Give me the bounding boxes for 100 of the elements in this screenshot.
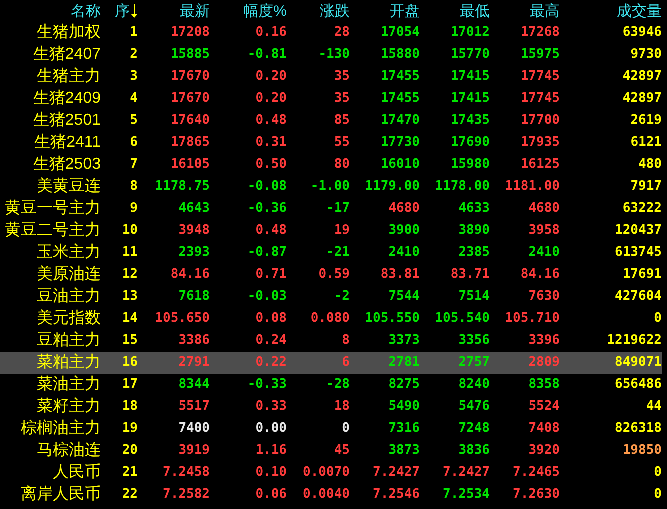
row-number: 4 (130, 90, 139, 108)
table-cell-text: 17640 (170, 112, 210, 130)
volume-cell-text: 1219622 (607, 332, 662, 350)
table-cell-text: 4643 (178, 200, 210, 218)
table-cell-text: 17700 (520, 112, 560, 130)
table-cell-text: 15885 (170, 46, 210, 64)
row-number: 17 (122, 376, 139, 394)
instrument-name: 豆粕主力 (37, 333, 101, 349)
table-cell-text: 7.2427 (373, 464, 420, 482)
table-cell-text: -0.36 (248, 200, 287, 218)
table-cell-text: -2 (334, 288, 350, 306)
column-header[interactable]: 名称 (71, 4, 101, 18)
table-cell-text: 0.50 (256, 156, 287, 174)
volume-cell-text: 42897 (622, 68, 662, 86)
table-cell-text: 0.48 (256, 112, 287, 130)
table-cell-text: 0.080 (310, 310, 350, 328)
table-cell-text: 45 (334, 442, 350, 460)
table-cell-text: 8275 (388, 376, 420, 394)
table-cell-text: 35 (334, 68, 350, 86)
volume-cell-text: 6121 (630, 134, 662, 152)
table-cell-text: 17012 (450, 24, 490, 42)
table-cell-text: 7316 (388, 420, 420, 438)
table-cell-text: 5517 (178, 398, 210, 416)
table-cell-text: 4680 (388, 200, 420, 218)
table-cell-text: 16105 (170, 156, 210, 174)
table-cell-text: 2757 (458, 354, 490, 372)
instrument-name: 菜粕主力 (37, 355, 101, 371)
table-cell-text: 0.24 (256, 332, 287, 350)
volume-cell-text: 63946 (622, 24, 662, 42)
row-number: 7 (130, 156, 139, 174)
row-number: 9 (130, 200, 139, 218)
table-cell-text: -0.33 (248, 376, 287, 394)
instrument-name: 豆油主力 (37, 289, 101, 305)
instrument-name: 生猪主力 (37, 69, 101, 85)
table-cell-text: 15770 (450, 46, 490, 64)
table-cell-text: 2791 (178, 354, 210, 372)
row-number: 16 (122, 354, 139, 372)
table-cell-text: -17 (326, 200, 350, 218)
table-cell-text: 0.20 (256, 68, 287, 86)
row-number: 22 (122, 486, 139, 504)
table-cell-text: 0.10 (256, 464, 287, 482)
volume-cell-text: 0 (654, 486, 662, 504)
volume-cell-text: 849071 (615, 354, 662, 372)
row-number: 18 (122, 398, 139, 416)
table-cell-text: 1.16 (256, 442, 287, 460)
table-cell-text: 7618 (178, 288, 210, 306)
table-cell-text: 15880 (380, 46, 420, 64)
volume-cell-text: 2619 (630, 112, 662, 130)
row-number: 10 (122, 222, 139, 240)
instrument-name: 人民币 (53, 465, 101, 481)
table-cell-text: -21 (326, 244, 350, 262)
table-cell-text: 18 (334, 398, 350, 416)
table-cell-text: 17745 (520, 68, 560, 86)
table-cell-text: 0.71 (256, 266, 287, 284)
column-header[interactable]: 幅度% (244, 4, 287, 18)
volume-cell-text: 7917 (630, 178, 662, 196)
column-header[interactable]: 最新 (180, 4, 210, 18)
instrument-name: 美元指数 (37, 311, 101, 327)
volume-cell-text: 17691 (622, 266, 662, 284)
table-cell-text: 7.2458 (163, 464, 210, 482)
table-cell-text: 17268 (520, 24, 560, 42)
instrument-name: 离岸人民币 (21, 487, 101, 503)
table-cell-text: -28 (326, 376, 350, 394)
column-header[interactable]: 序 (115, 4, 139, 18)
table-cell-text: 15975 (520, 46, 560, 64)
column-header[interactable]: 开盘 (390, 4, 420, 18)
table-cell-text: 8 (342, 332, 350, 350)
column-header[interactable]: 最高 (530, 4, 560, 18)
table-cell-text: 17208 (170, 24, 210, 42)
instrument-name: 菜籽主力 (37, 399, 101, 415)
table-cell-text: 83.81 (380, 266, 420, 284)
table-cell-text: 83.71 (450, 266, 490, 284)
table-cell-text: 6 (342, 354, 350, 372)
column-header[interactable]: 最低 (460, 4, 490, 18)
row-number: 6 (130, 134, 139, 152)
table-cell-text: 7.2427 (443, 464, 490, 482)
table-cell-text: 4633 (458, 200, 490, 218)
table-cell-text: 17470 (380, 112, 420, 130)
column-header[interactable]: 涨跌 (320, 4, 350, 18)
row-number: 8 (130, 178, 139, 196)
table-cell-text: 3373 (388, 332, 420, 350)
table-cell-text: 19 (334, 222, 350, 240)
table-cell-text: 7.2465 (513, 464, 560, 482)
instrument-name: 生猪加权 (37, 25, 101, 41)
instrument-name: 棕榈油主力 (21, 421, 101, 437)
table-cell-text: 80 (334, 156, 350, 174)
selected-row-highlight[interactable]: 菜粕主力 16 2791 0.22 6 2781 2757 2809 849071 (0, 352, 662, 374)
row-number: 1 (130, 24, 139, 42)
table-cell-text: 4680 (528, 200, 560, 218)
instrument-name: 美原油连 (37, 267, 101, 283)
volume-cell-text: 613745 (615, 244, 662, 262)
table-cell-text: 2410 (388, 244, 420, 262)
table-cell-text: 7630 (528, 288, 560, 306)
column-header[interactable]: 成交量 (617, 4, 662, 18)
table-cell-text: 17745 (520, 90, 560, 108)
instrument-name: 马棕油连 (37, 443, 101, 459)
instrument-name: 美黄豆连 (37, 179, 101, 195)
table-cell-text: 3900 (388, 222, 420, 240)
table-cell-text: 0.00 (256, 420, 287, 438)
table-cell-text: 16010 (380, 156, 420, 174)
